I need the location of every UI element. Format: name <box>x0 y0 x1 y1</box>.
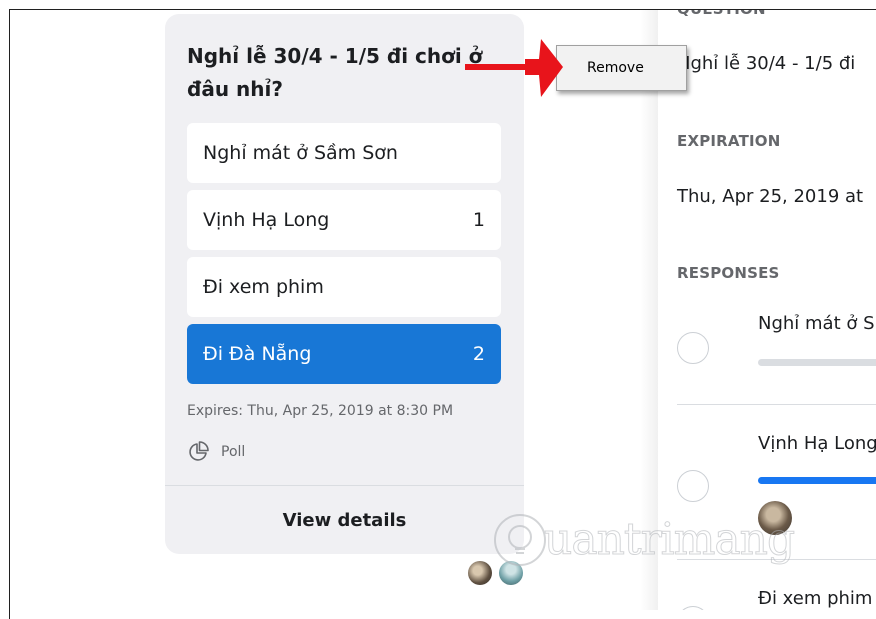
poll-title: Nghỉ lễ 30/4 - 1/5 đi chơi ở đâu nhỉ? <box>187 44 483 101</box>
poll-type: Poll <box>187 441 245 463</box>
poll-option-label: Đi Đà Nẵng <box>203 343 312 365</box>
expiration-label: EXPIRATION <box>677 132 781 150</box>
annotation-arrow-icon <box>465 39 563 97</box>
watermark-text: uantrimang <box>543 514 795 566</box>
response-radio-2[interactable] <box>677 470 709 502</box>
watermark-bulb-icon <box>494 514 546 566</box>
poll-option-label: Đi xem phim <box>203 276 324 298</box>
poll-option-count: 2 <box>472 343 485 365</box>
voter-avatar <box>468 561 492 585</box>
question-label: QUESTION <box>677 10 766 18</box>
response-radio-1[interactable] <box>677 332 709 364</box>
remove-menu-item[interactable]: Remove <box>557 46 686 90</box>
response-label-3: Đi xem phim <box>758 588 873 609</box>
context-menu: Remove <box>556 45 687 91</box>
response-radio-3[interactable] <box>677 606 709 610</box>
poll-type-label: Poll <box>221 444 246 460</box>
response-label-1: Nghỉ mát ở S <box>758 313 875 334</box>
view-details-button[interactable]: View details <box>165 486 524 554</box>
poll-option-label: Nghỉ mát ở Sầm Sơn <box>203 142 398 164</box>
response-label-2: Vịnh Hạ Long <box>758 433 876 454</box>
expiration-text: Thu, Apr 25, 2019 at <box>677 186 864 207</box>
response-bar-1 <box>758 359 876 366</box>
response-divider <box>677 404 876 405</box>
poll-option-2[interactable]: Vịnh Hạ Long 1 <box>187 190 501 250</box>
poll-option-1[interactable]: Nghỉ mát ở Sầm Sơn <box>187 123 501 183</box>
pie-chart-icon <box>189 441 209 461</box>
responses-label: RESPONSES <box>677 264 780 282</box>
poll-option-4-selected[interactable]: Đi Đà Nẵng 2 <box>187 324 501 384</box>
poll-option-label: Vịnh Hạ Long <box>203 209 330 231</box>
question-text: Nghỉ lễ 30/4 - 1/5 đi <box>677 53 856 74</box>
poll-option-count: 1 <box>472 209 485 231</box>
response-bar-2 <box>758 477 876 484</box>
poll-expires: Expires: Thu, Apr 25, 2019 at 8:30 PM <box>187 403 454 419</box>
poll-option-3[interactable]: Đi xem phim <box>187 257 501 317</box>
watermark-logo: uantrimang <box>492 510 822 580</box>
